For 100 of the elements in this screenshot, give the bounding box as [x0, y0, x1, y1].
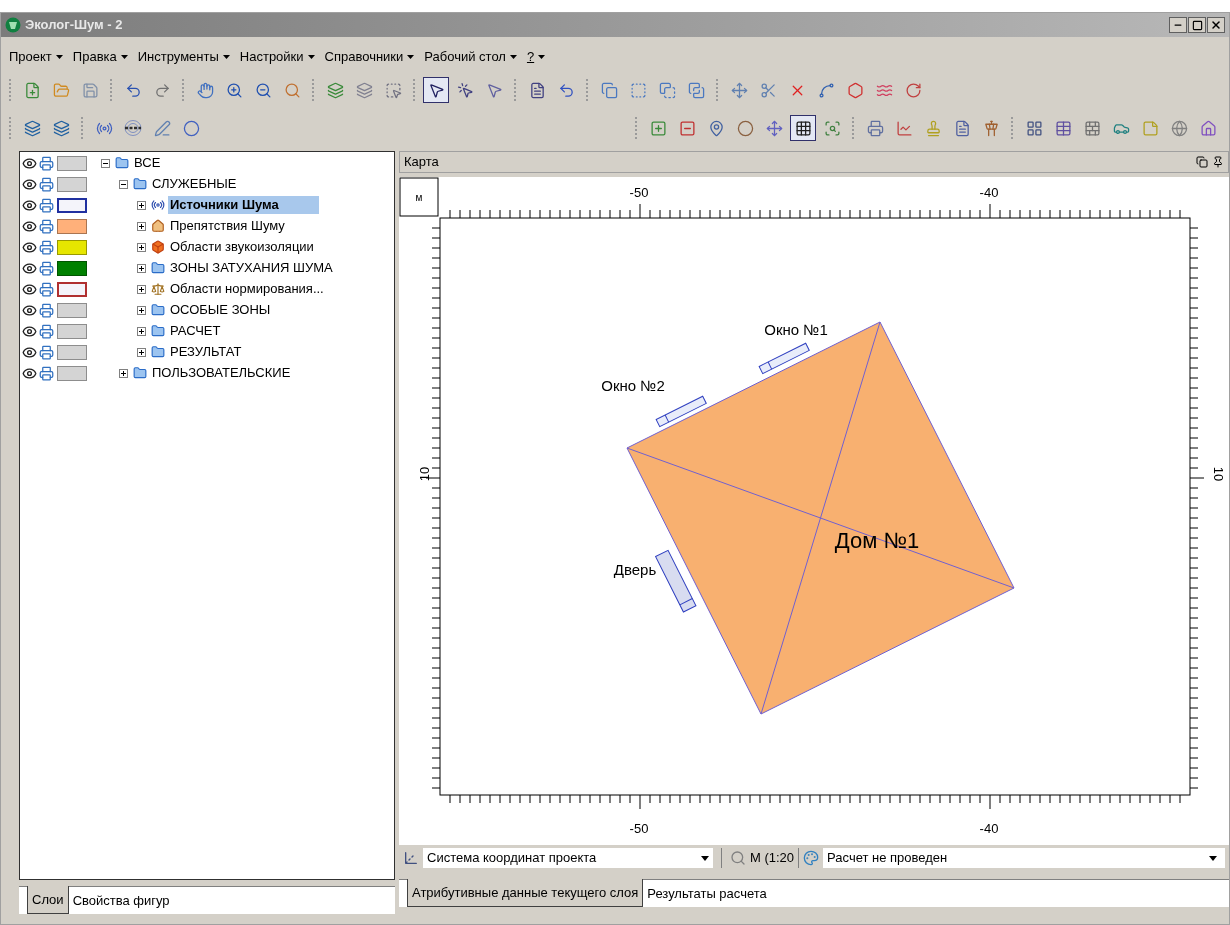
- expand-icon[interactable]: [137, 347, 146, 357]
- axis-label: -40: [979, 185, 999, 200]
- grid-button[interactable]: [790, 115, 816, 141]
- tower-icon: [982, 119, 1000, 137]
- folder-icon: [151, 345, 165, 359]
- maximize-button[interactable]: [1188, 17, 1206, 33]
- undo-icon: [124, 81, 142, 99]
- color-swatch[interactable]: [57, 197, 87, 213]
- document-icon: [953, 119, 971, 137]
- layer-label[interactable]: СЛУЖЕБНЫЕ: [150, 175, 239, 193]
- collapse-icon[interactable]: [119, 179, 128, 189]
- layer-label[interactable]: РЕЗУЛЬТАТ: [168, 343, 244, 361]
- layer-label[interactable]: ОСОБЫЕ ЗОНЫ: [168, 301, 273, 319]
- expand-icon[interactable]: [137, 221, 146, 231]
- layer-label[interactable]: ПОЛЬЗОВАТЕЛЬСКИЕ: [150, 364, 293, 382]
- caret-icon: [538, 55, 546, 59]
- eye-icon[interactable]: [22, 302, 37, 318]
- window-label: Окно №1: [764, 321, 828, 338]
- expand-icon[interactable]: [137, 242, 146, 252]
- eye-icon[interactable]: [22, 155, 37, 171]
- float-icon[interactable]: [1196, 156, 1208, 168]
- folder-icon: [115, 156, 129, 170]
- collapse-icon[interactable]: [101, 158, 110, 168]
- zoom-icon[interactable]: [730, 850, 746, 866]
- pointer-arrow-icon: [557, 81, 575, 99]
- folder-icon: [133, 177, 147, 191]
- new-file-icon: [23, 81, 41, 99]
- expand-icon[interactable]: [137, 200, 146, 210]
- folder-icon: [133, 366, 147, 380]
- caret-icon: [222, 55, 230, 59]
- axis-label: 10: [417, 466, 432, 482]
- layer-label[interactable]: ВСЕ: [132, 154, 163, 172]
- pointer-button[interactable]: [423, 77, 449, 103]
- scissors-icon: [759, 81, 777, 99]
- tab[interactable]: Атрибутивные данные текущего слоя: [407, 879, 644, 907]
- point-remove-icon: [678, 119, 696, 137]
- menu-item[interactable]: Справочники: [324, 47, 415, 67]
- maximize-icon: [1191, 19, 1203, 31]
- expand-icon[interactable]: [137, 326, 146, 336]
- expand-icon[interactable]: [137, 263, 146, 273]
- color-swatch[interactable]: [57, 281, 87, 297]
- menu-item[interactable]: ?: [526, 47, 546, 67]
- layer-label[interactable]: Области звукоизоляции: [168, 238, 316, 256]
- menu-item[interactable]: Проект: [9, 47, 63, 67]
- layer-label[interactable]: Области нормирования...: [168, 280, 326, 298]
- line-source-icon: [124, 120, 142, 136]
- window-title: Эколог-Шум - 2: [25, 16, 123, 35]
- menu-item[interactable]: Рабочий стол: [424, 47, 517, 67]
- eye-icon[interactable]: [22, 197, 37, 213]
- grid-map-icon: [1025, 119, 1043, 137]
- layer-label[interactable]: Препятствия Шуму: [168, 217, 287, 235]
- expand-icon[interactable]: [137, 305, 146, 315]
- eye-icon[interactable]: [22, 176, 37, 192]
- layer-label[interactable]: РАСЧЕТ: [168, 322, 223, 340]
- axis-label: 10: [1211, 466, 1226, 482]
- unit-label: м: [415, 192, 423, 203]
- pin-icon[interactable]: [1212, 156, 1224, 168]
- source-circle-icon: [182, 119, 200, 137]
- printer-icon: [866, 119, 884, 137]
- layer-label[interactable]: Источники Шума: [168, 196, 319, 214]
- eye-icon[interactable]: [22, 281, 37, 297]
- move-icon: [730, 81, 748, 99]
- save-icon: [81, 81, 99, 99]
- squares-union-icon: [600, 81, 618, 99]
- expand-icon[interactable]: [119, 368, 128, 378]
- minimize-button[interactable]: [1169, 17, 1187, 33]
- menu-item[interactable]: Правка: [72, 47, 128, 67]
- pointer-document-icon: [528, 81, 546, 99]
- layer-check-icon: [355, 81, 373, 99]
- globe-icon: [1170, 119, 1188, 137]
- eye-icon[interactable]: [22, 218, 37, 234]
- eye-icon[interactable]: [22, 260, 37, 276]
- layers-add-icon: [23, 119, 41, 137]
- layer-pointer-icon: [384, 81, 402, 99]
- menu-item[interactable]: Инструменты: [137, 47, 230, 67]
- eye-icon[interactable]: [22, 365, 37, 381]
- layer-label[interactable]: ЗОНЫ ЗАТУХАНИЯ ШУМА: [168, 259, 335, 277]
- coordinate-system-dropdown[interactable]: Система координат проекта: [423, 848, 713, 868]
- folder-icon: [151, 261, 165, 275]
- axis-label: -50: [629, 185, 649, 200]
- eye-icon[interactable]: [22, 323, 37, 339]
- axes-icon: [403, 850, 419, 866]
- eye-icon[interactable]: [22, 344, 37, 360]
- calculation-status-dropdown[interactable]: Расчет не проведен: [823, 848, 1225, 868]
- squares-exclude-icon: [687, 81, 705, 99]
- magnifier-icon: [283, 81, 301, 99]
- close-button[interactable]: [1207, 17, 1225, 33]
- house-icon: [151, 219, 165, 233]
- eye-icon[interactable]: [22, 239, 37, 255]
- layers-icon: [52, 119, 70, 137]
- folder-icon: [151, 303, 165, 317]
- map-canvas[interactable]: м -50 -40 -50 -40 10 10 Дом №1 Окно №1 Окно №2 Дверь: [399, 177, 1229, 845]
- tab[interactable]: Слои: [27, 886, 69, 914]
- grid-icon: [794, 119, 812, 137]
- window-label: Окно №2: [601, 377, 665, 394]
- menu-item[interactable]: Настройки: [239, 47, 315, 67]
- source-icon: [151, 198, 165, 212]
- dropdown-arrow-icon: [1209, 855, 1217, 861]
- expand-icon[interactable]: [137, 284, 146, 294]
- caret-icon: [55, 55, 63, 59]
